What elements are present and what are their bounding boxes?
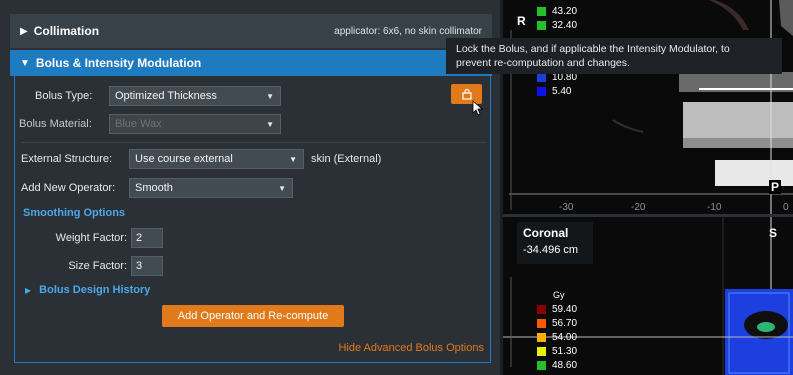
legend-value: 5.40	[552, 86, 572, 97]
size-factor-input[interactable]: 3	[131, 256, 163, 276]
legend-value: 59.40	[552, 304, 578, 315]
dose-legend-item: 48.60	[537, 360, 577, 371]
bolus-section-header[interactable]: ▼ Bolus & Intensity Modulation	[10, 50, 492, 76]
size-factor-label: Size Factor:	[68, 260, 127, 272]
legend-swatch	[537, 319, 546, 328]
caret-down-icon: ▼	[289, 155, 297, 164]
collimation-title: Collimation	[33, 24, 100, 38]
triangle-right-icon: ▶	[25, 285, 32, 295]
bolus-settings-panel: ▶ Collimation applicator: 6x6, no skin c…	[0, 0, 500, 375]
legend-swatch	[537, 21, 546, 30]
tooltip-line-2: prevent re-computation and changes.	[456, 57, 630, 69]
dose-unit-label: Gy	[553, 290, 565, 300]
dose-legend-item: 51.30	[537, 346, 577, 357]
legend-swatch	[537, 305, 546, 314]
triangle-right-icon: ▶	[20, 25, 28, 37]
bolus-design-history-toggle[interactable]: ▶ Bolus Design History	[25, 284, 150, 296]
bolus-section-title: Bolus & Intensity Modulation	[35, 56, 202, 70]
legend-swatch	[537, 347, 546, 356]
weight-factor-label: Weight Factor:	[55, 232, 127, 244]
legend-swatch	[537, 87, 546, 96]
add-operator-value: Smooth	[135, 182, 173, 194]
legend-swatch	[537, 7, 546, 16]
legend-swatch	[537, 361, 546, 370]
dose-legend-item: 43.20	[537, 6, 577, 17]
add-operator-select[interactable]: Smooth ▼	[129, 178, 293, 198]
external-structure-label: External Structure:	[21, 153, 113, 165]
external-structure-suffix: skin (External)	[311, 153, 382, 165]
bolus-type-select[interactable]: Optimized Thickness ▼	[109, 86, 281, 106]
orientation-label-r: R	[517, 14, 526, 28]
tooltip-line-1: Lock the Bolus, and if applicable the In…	[456, 43, 730, 55]
dose-legend-item: 54.00	[537, 332, 577, 343]
add-operator-label: Add New Operator:	[21, 182, 116, 194]
coronal-position: -34.496 cm	[523, 244, 579, 256]
smoothing-options-title: Smoothing Options	[23, 207, 126, 219]
dose-legend-item: 32.40	[537, 20, 577, 31]
caret-down-icon: ▼	[266, 92, 274, 101]
bolus-design-history-label: Bolus Design History	[39, 284, 151, 296]
bolus-material-label: Bolus Material:	[19, 118, 92, 130]
lock-tooltip: Lock the Bolus, and if applicable the In…	[446, 38, 782, 74]
ruler-label: -30	[559, 202, 574, 213]
orientation-label-p: P	[769, 180, 782, 194]
ruler-label: -10	[707, 202, 722, 213]
sagittal-view-image	[503, 0, 793, 214]
orientation-label-s: S	[769, 226, 778, 240]
bolus-type-label: Bolus Type:	[35, 90, 93, 102]
divider	[21, 142, 487, 143]
coronal-title: Coronal	[523, 226, 569, 240]
lock-icon	[461, 88, 472, 100]
weight-factor-value: 2	[136, 232, 143, 244]
external-structure-value: Use course external	[135, 153, 233, 165]
add-operator-recompute-button[interactable]: Add Operator and Re-compute	[162, 305, 344, 327]
ruler-label: 0	[783, 202, 789, 213]
bolus-material-select[interactable]: Blue Wax ▼	[109, 114, 281, 134]
legend-swatch	[537, 333, 546, 342]
caret-down-icon: ▼	[278, 184, 286, 193]
dose-legend-item: 56.70	[537, 318, 577, 329]
bolus-material-value: Blue Wax	[115, 118, 162, 130]
legend-value: 48.60	[552, 360, 578, 371]
legend-value: 32.40	[552, 20, 578, 31]
bolus-type-value: Optimized Thickness	[115, 90, 217, 102]
collimation-info: applicator: 6x6, no skin collimator	[334, 25, 482, 37]
ruler-label: -20	[631, 202, 646, 213]
legend-value: 54.00	[552, 332, 578, 343]
legend-swatch	[537, 73, 546, 82]
dose-legend-item: 5.40	[537, 86, 571, 97]
collimation-section-header[interactable]: ▶ Collimation applicator: 6x6, no skin c…	[10, 14, 492, 48]
legend-value: 51.30	[552, 346, 578, 357]
legend-value: 43.20	[552, 6, 578, 17]
coronal-view-info: Coronal -34.496 cm	[517, 222, 593, 264]
external-structure-select[interactable]: Use course external ▼	[129, 149, 304, 169]
caret-down-icon: ▼	[266, 120, 274, 129]
size-factor-value: 3	[136, 260, 143, 272]
weight-factor-input[interactable]: 2	[131, 228, 163, 248]
triangle-down-icon: ▼	[20, 57, 30, 69]
dose-legend-item: 59.40	[537, 304, 577, 315]
legend-value: 56.70	[552, 318, 578, 329]
bolus-section-body: Bolus Type: Optimized Thickness ▼ Bolus …	[14, 76, 491, 363]
hide-advanced-options-link[interactable]: Hide Advanced Bolus Options	[338, 342, 484, 354]
mouse-cursor-icon	[472, 100, 484, 116]
